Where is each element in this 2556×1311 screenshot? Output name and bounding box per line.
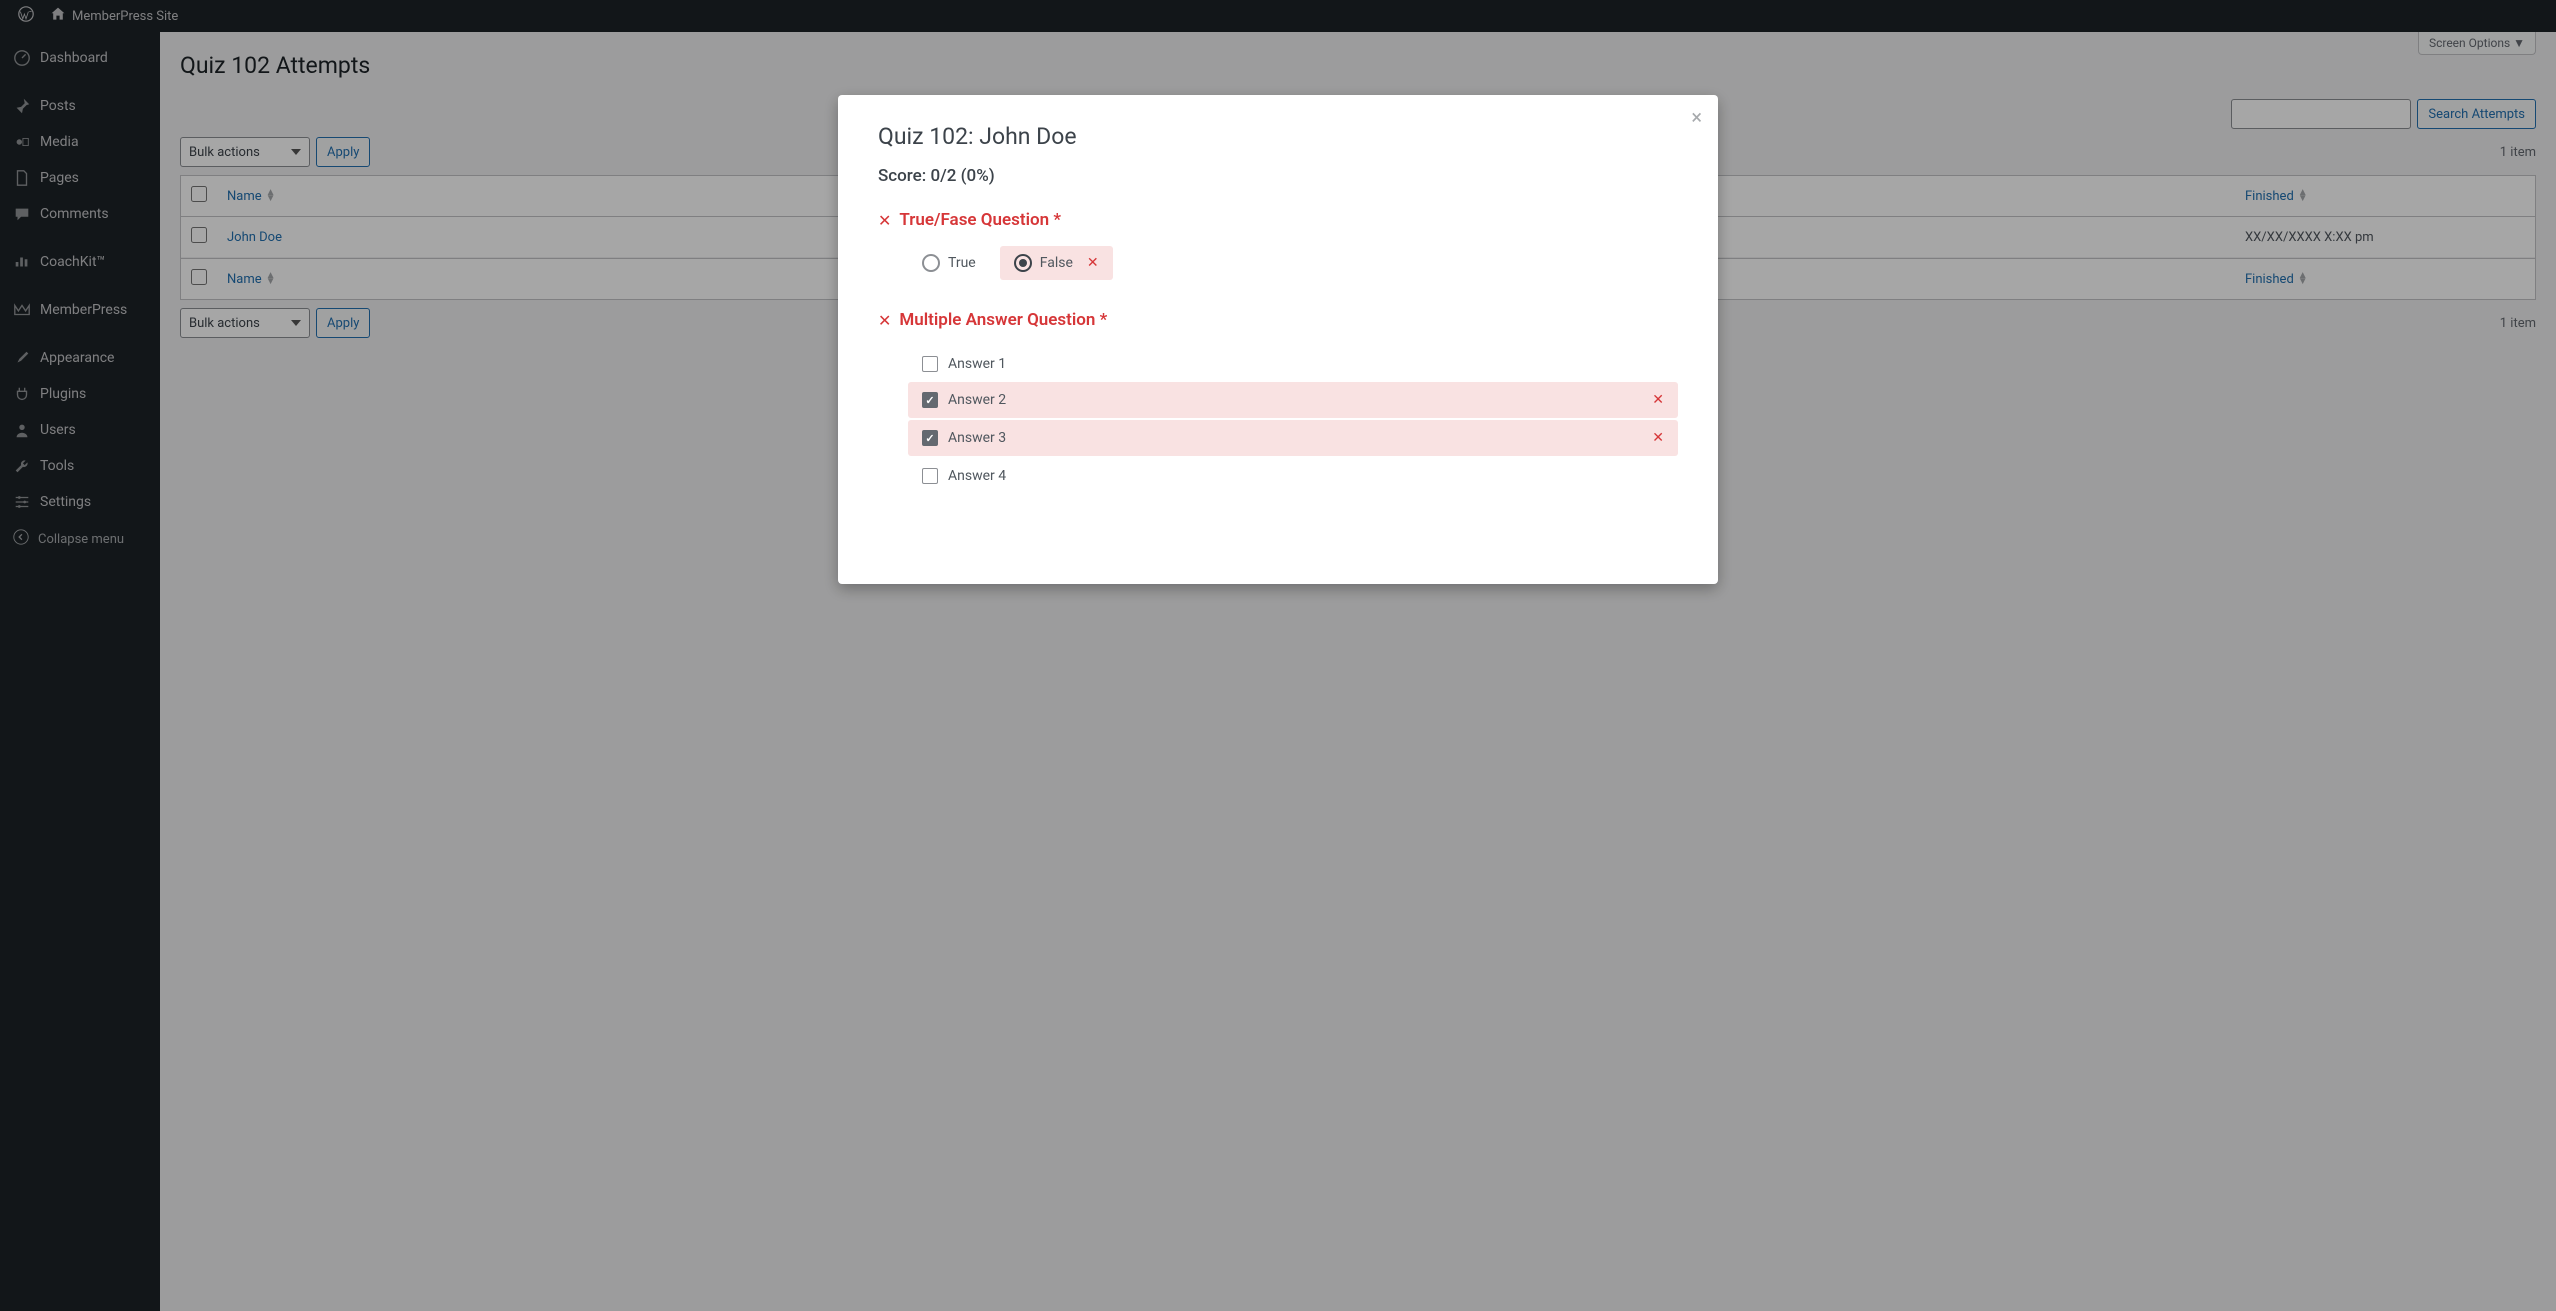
answer-label: Answer 3	[948, 430, 1006, 446]
radio-answer-selected: False ✕	[1000, 246, 1113, 280]
radio-answer: True	[908, 246, 990, 280]
answer-label: True	[948, 255, 976, 271]
checkbox-answer: Answer 1	[908, 346, 1678, 382]
answer-label: Answer 4	[948, 468, 1006, 484]
wrong-x-icon: ✕	[1652, 430, 1664, 446]
checkbox-answer: Answer 4	[908, 458, 1678, 494]
question-title: True/Fase Question *	[899, 210, 1061, 230]
checkbox-answer-selected: Answer 3 ✕	[908, 420, 1678, 456]
wrong-icon: ✕	[878, 211, 891, 230]
answer-label: False	[1040, 255, 1073, 271]
checkbox-icon	[922, 356, 938, 372]
attempt-modal: × Quiz 102: John Doe Score: 0/2 (0%) ✕ T…	[838, 95, 1718, 584]
checkbox-answer-selected: Answer 2 ✕	[908, 382, 1678, 418]
radio-checked-icon	[1014, 254, 1032, 272]
question-block: ✕ Multiple Answer Question * Answer 1 An…	[878, 310, 1678, 494]
question-block: ✕ True/Fase Question * True False ✕	[878, 210, 1678, 280]
modal-title: Quiz 102: John Doe	[878, 123, 1678, 150]
answer-label: Answer 1	[948, 356, 1006, 372]
modal-score: Score: 0/2 (0%)	[878, 166, 1678, 186]
checkbox-checked-icon	[922, 392, 938, 408]
answer-label: Answer 2	[948, 392, 1006, 408]
modal-overlay[interactable]: × Quiz 102: John Doe Score: 0/2 (0%) ✕ T…	[0, 0, 2556, 1311]
checkbox-icon	[922, 468, 938, 484]
modal-close-button[interactable]: ×	[1691, 107, 1702, 127]
question-title: Multiple Answer Question *	[899, 310, 1107, 330]
wrong-x-icon: ✕	[1087, 255, 1099, 271]
checkbox-checked-icon	[922, 430, 938, 446]
wrong-icon: ✕	[878, 311, 891, 330]
wrong-x-icon: ✕	[1652, 392, 1664, 408]
radio-icon	[922, 254, 940, 272]
